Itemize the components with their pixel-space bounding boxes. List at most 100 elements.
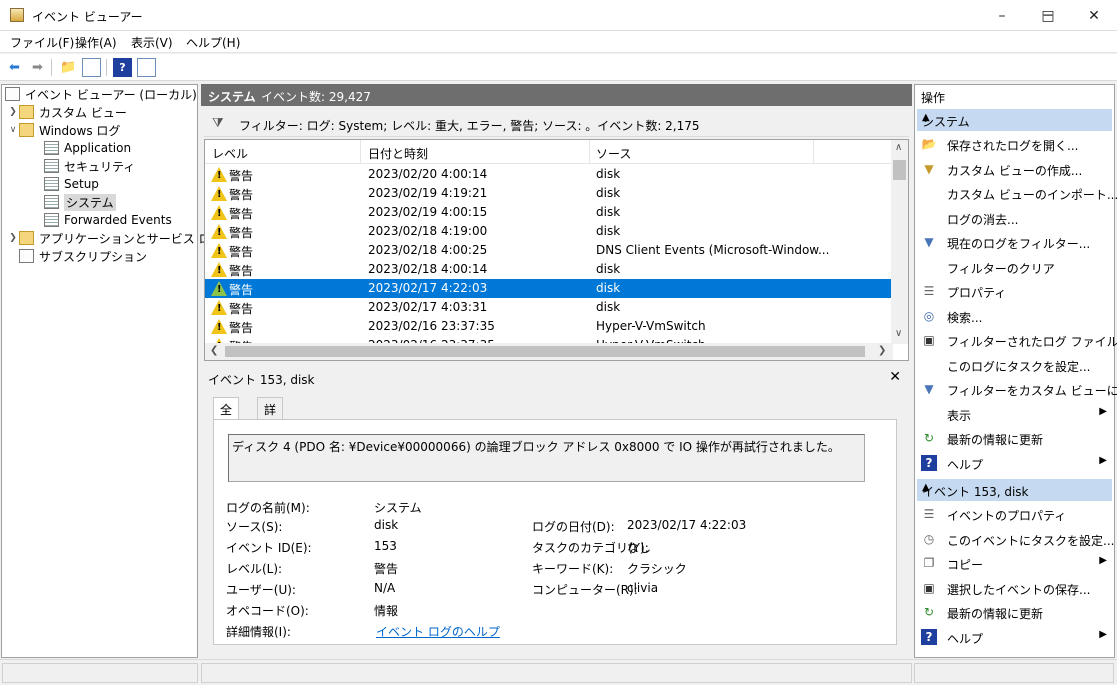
properties-icon: ☰ — [923, 507, 935, 521]
scroll-left-icon[interactable]: ❮ — [210, 345, 218, 356]
menu-view[interactable]: 表示(V) — [131, 34, 173, 51]
event-message-box[interactable]: ディスク 4 (PDO 名: ¥Device¥00000066) の論理ブロック… — [228, 434, 865, 482]
tree-app-services-logs[interactable]: ❯ アプリケーションとサービス ログ — [7, 229, 223, 247]
forward-icon[interactable]: ➡ — [28, 58, 47, 77]
action-item[interactable]: カスタム ビューのインポート... — [919, 182, 1117, 204]
tab-details[interactable]: 詳細 — [257, 397, 284, 434]
keywords-value: クラシック — [627, 562, 687, 576]
table-row[interactable]: 警告 2023/02/18 4:00:14 disk — [205, 260, 891, 279]
action-item[interactable]: ? ヘルプ ▶ — [919, 452, 1111, 474]
user-value: N/A — [374, 581, 396, 595]
col-source[interactable]: ソース — [596, 145, 631, 162]
scroll-right-icon[interactable]: ❯ — [878, 345, 886, 356]
collapse-icon[interactable]: ▲ — [922, 482, 1106, 493]
actions-section-system[interactable]: システム ▲ — [917, 109, 1112, 131]
tree-log-setup[interactable]: Setup — [44, 175, 99, 193]
scroll-down-icon[interactable]: ∨ — [895, 328, 902, 339]
tree-log-forwarded[interactable]: Forwarded Events — [44, 211, 172, 229]
menu-help[interactable]: ヘルプ(H) — [186, 34, 240, 51]
up-folder-icon[interactable]: 📁 — [59, 58, 78, 77]
event-detail-title: イベント 153, disk — [208, 373, 315, 387]
action-item[interactable]: ログの消去... — [919, 207, 1111, 229]
action-item[interactable]: ▣ フィルターされたログ ファイルの... — [919, 329, 1117, 351]
action-label: コピー — [947, 558, 984, 572]
scroll-up-icon[interactable]: ∧ — [895, 142, 902, 153]
tree-custom-views[interactable]: ❯ カスタム ビュー — [7, 103, 127, 121]
menu-file[interactable]: ファイル(F) — [10, 34, 74, 51]
action-item[interactable]: このログにタスクを設定... — [919, 354, 1111, 376]
action-item[interactable]: ☰ イベントのプロパティ — [919, 503, 1111, 525]
table-row[interactable]: 警告 2023/02/19 4:00:15 disk — [205, 203, 891, 222]
action-item[interactable]: ▼ 現在のログをフィルター... — [919, 231, 1111, 253]
horizontal-scrollbar[interactable]: ❮ ❯ — [205, 343, 893, 360]
warning-icon — [211, 167, 227, 182]
maximize-button[interactable]: □ — [1025, 0, 1071, 31]
cell-level: 警告 — [229, 264, 254, 278]
log-header-count: イベント数: 29,427 — [261, 90, 371, 104]
action-item[interactable]: ◷ このイベントにタスクを設定... — [919, 528, 1115, 550]
action-item[interactable]: ❐ コピー ▶ — [919, 552, 1111, 574]
tree-root[interactable]: イベント ビューアー (ローカル) — [5, 85, 197, 103]
submenu-arrow-icon: ▶ — [1099, 405, 1107, 417]
action-item[interactable]: 📂 保存されたログを開く... — [919, 133, 1111, 155]
task-icon: ◷ — [923, 531, 935, 546]
action-label: 選択したイベントの保存... — [947, 582, 1091, 597]
action-label: このログにタスクを設定... — [947, 359, 1091, 374]
table-row[interactable]: 警告 2023/02/16 23:37:35 Hyper-V-VmSwitch — [205, 317, 891, 336]
chevron-down-icon[interactable]: ∨ — [7, 125, 19, 135]
close-button[interactable]: ✕ — [1071, 0, 1117, 31]
col-date[interactable]: 日付と時刻 — [368, 145, 428, 162]
menu-action[interactable]: 操作(A) — [75, 34, 117, 51]
tree-log-application[interactable]: Application — [44, 139, 131, 157]
tree-log-system[interactable]: システム — [44, 193, 116, 211]
hscroll-thumb[interactable] — [225, 346, 865, 357]
computer-value: clivia — [627, 581, 659, 595]
actions-section-event[interactable]: イベント 153, disk ▲ — [917, 479, 1112, 501]
filter-icon: ⧩ — [212, 116, 224, 131]
table-row[interactable]: 警告 2023/02/19 4:19:21 disk — [205, 184, 891, 203]
collapse-icon[interactable]: ▲ — [922, 112, 1106, 123]
table-row[interactable]: 警告 2023/02/18 4:19:00 disk — [205, 222, 891, 241]
more-info-label: 詳細情報(I): — [226, 625, 291, 639]
help-icon[interactable]: ? — [113, 58, 132, 77]
event-log-help-link[interactable]: イベント ログのヘルプ — [376, 623, 500, 640]
action-item[interactable]: ↻ 最新の情報に更新 — [919, 427, 1111, 449]
show-hide-tree-icon[interactable] — [82, 58, 101, 77]
action-item[interactable]: フィルターのクリア — [919, 256, 1111, 278]
table-row[interactable]: 警告 2023/02/17 4:22:03 disk — [205, 279, 891, 298]
toolbar: ⬅ ➡ 📁 ? — [0, 54, 1117, 81]
action-item[interactable]: 表示 ▶ — [919, 403, 1111, 425]
table-row[interactable]: 警告 2023/02/20 4:00:14 disk — [205, 165, 891, 184]
category-value: なし — [627, 541, 652, 555]
action-item[interactable]: ↻ 最新の情報に更新 — [919, 601, 1111, 623]
status-cell — [914, 663, 1114, 683]
tab-general[interactable]: 全般 — [213, 397, 240, 434]
tree-log-security[interactable]: セキュリティ — [44, 157, 135, 175]
table-row[interactable]: 警告 2023/02/17 4:03:31 disk — [205, 298, 891, 317]
action-item[interactable]: ◎ 検索... — [919, 305, 1111, 327]
cell-level: 警告 — [229, 188, 254, 202]
cell-source: disk — [596, 205, 621, 219]
log-name-value: システム — [374, 501, 422, 515]
filter-text: フィルター: ログ: System; レベル: 重大, エラー, 警告; ソース… — [239, 119, 700, 133]
back-icon[interactable]: ⬅ — [5, 58, 24, 77]
table-row[interactable]: 警告 2023/02/18 4:00:25 DNS Client Events (M… — [205, 241, 891, 260]
tree-windows-logs[interactable]: ∨ Windows ログ — [7, 121, 120, 139]
show-hide-action-pane-icon[interactable] — [137, 58, 156, 77]
col-level[interactable]: レベル — [212, 145, 248, 162]
action-item[interactable]: ☰ プロパティ — [919, 280, 1111, 302]
action-label: フィルターのクリア — [947, 261, 1055, 276]
close-detail-icon[interactable]: ✕ — [889, 369, 901, 385]
action-item[interactable]: ? ヘルプ ▶ — [919, 626, 1111, 648]
vertical-scrollbar[interactable]: ∧ ∨ — [891, 140, 908, 344]
action-item[interactable]: ▼ カスタム ビューの作成... — [919, 158, 1111, 180]
scroll-thumb[interactable] — [893, 160, 906, 180]
cell-level: 警告 — [229, 207, 254, 221]
chevron-right-icon[interactable]: ❯ — [7, 233, 19, 243]
chevron-right-icon[interactable]: ❯ — [7, 107, 19, 117]
action-item[interactable]: ▣ 選択したイベントの保存... — [919, 577, 1111, 599]
minimize-btn[interactable]: – — [979, 0, 1025, 31]
title-bar: イベント ビューアー ─ — [0, 0, 1117, 31]
action-item[interactable]: ▼ フィルターをカスタム ビューに保... — [919, 378, 1117, 400]
tree-subscriptions[interactable]: サブスクリプション — [7, 247, 147, 265]
